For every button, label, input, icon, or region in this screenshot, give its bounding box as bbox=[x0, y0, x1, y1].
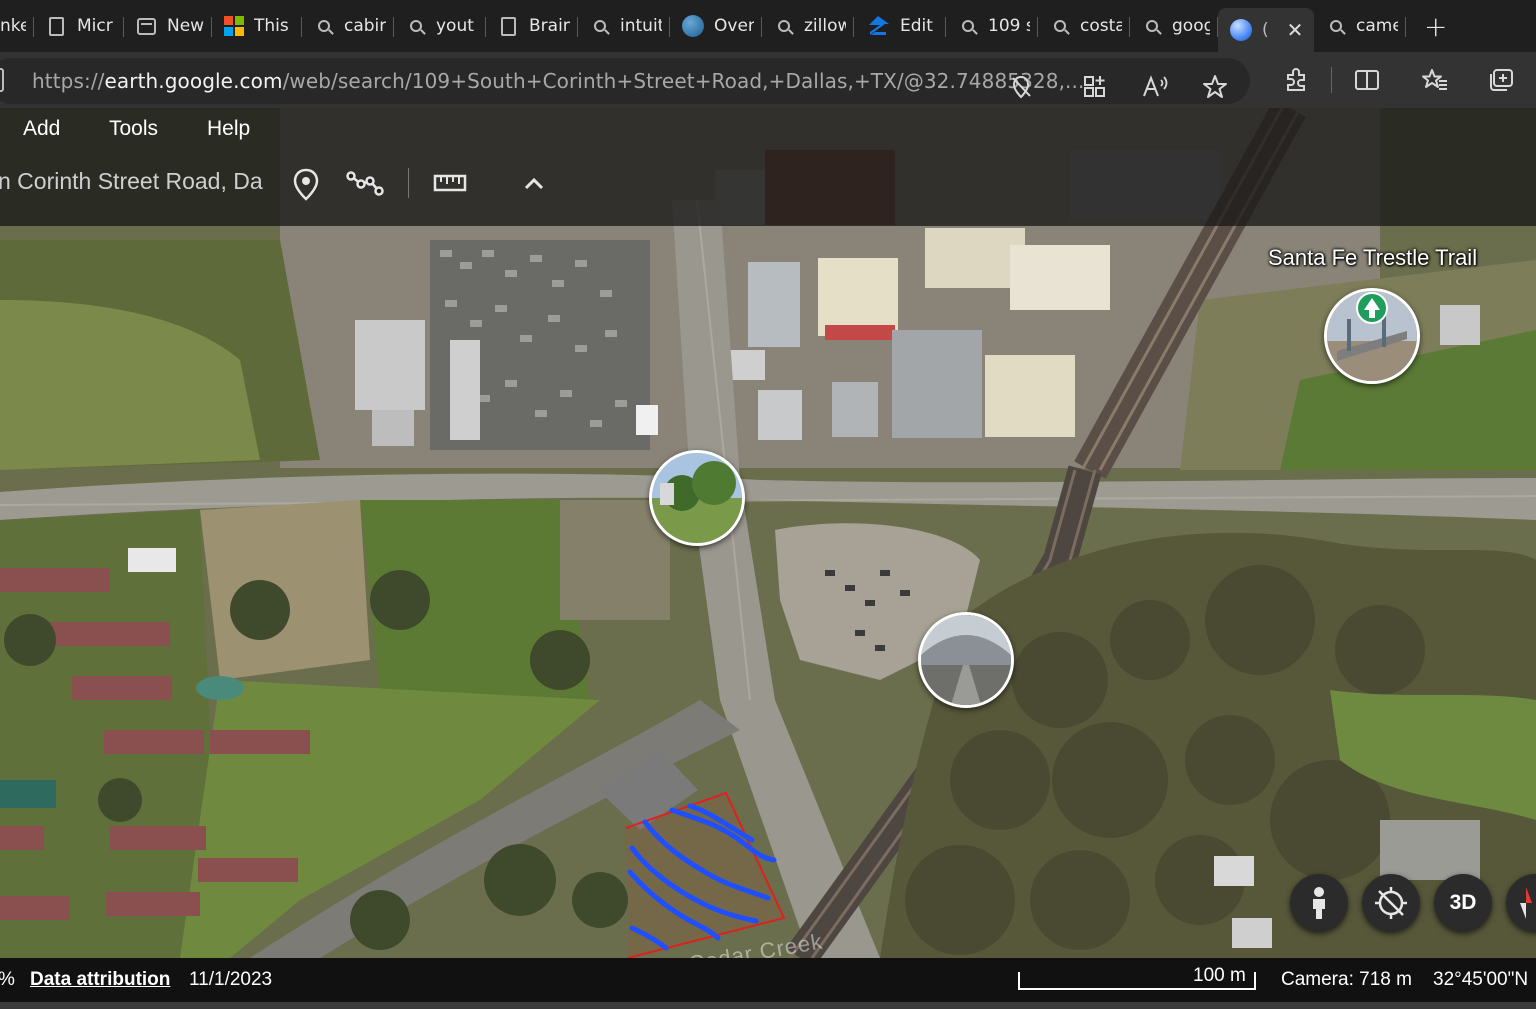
microsoft-icon bbox=[224, 16, 244, 36]
app-available-icon[interactable] bbox=[1082, 74, 1108, 100]
street-view-pegman-button[interactable] bbox=[1290, 874, 1348, 932]
measure-ruler-icon[interactable] bbox=[430, 164, 470, 204]
read-aloud-icon[interactable] bbox=[1142, 74, 1168, 100]
favorites-icon[interactable] bbox=[1421, 67, 1447, 93]
tab-label: came bbox=[1356, 16, 1398, 36]
trail-pin-icon[interactable] bbox=[1356, 292, 1388, 324]
tab-5[interactable]: yout bbox=[394, 6, 486, 46]
station-photo-pin[interactable] bbox=[918, 612, 1014, 708]
search-icon bbox=[594, 20, 606, 32]
address-bar[interactable]: https://earth.google.com/web/search/109+… bbox=[0, 58, 1250, 104]
trail-map-label[interactable]: Santa Fe Trestle Trail bbox=[1268, 245, 1477, 271]
globe-icon bbox=[682, 15, 704, 37]
tab-label: Micr bbox=[77, 16, 113, 36]
search-icon bbox=[778, 20, 790, 32]
tool-divider bbox=[408, 168, 409, 198]
collapse-chevron-icon[interactable] bbox=[514, 164, 554, 204]
tab-label: Brain bbox=[529, 16, 570, 36]
camera-altitude: Camera: 718 m bbox=[1281, 969, 1412, 990]
tab-label: costa bbox=[1080, 16, 1122, 36]
tab-1[interactable]: Micr bbox=[34, 6, 124, 46]
tab-6[interactable]: Brain bbox=[486, 6, 578, 46]
tab-label: This f bbox=[254, 16, 294, 36]
document-icon bbox=[501, 16, 516, 36]
load-percent: % bbox=[0, 969, 15, 991]
satellite-map[interactable] bbox=[0, 108, 1536, 958]
tab-3[interactable]: This f bbox=[212, 6, 302, 46]
satellite-imagery[interactable] bbox=[0, 108, 1536, 958]
tab-label: nke bbox=[0, 16, 26, 36]
search-location-text[interactable]: n Corinth Street Road, Da bbox=[0, 168, 266, 195]
screen: nke Micr New This f cabir yout Brain in bbox=[0, 0, 1536, 1009]
menu-add[interactable]: Add bbox=[23, 117, 60, 141]
tab-strip: nke Micr New This f cabir yout Brain in bbox=[0, 0, 1536, 52]
location-pin-icon[interactable] bbox=[286, 164, 326, 204]
north-arrow-icon bbox=[1520, 887, 1532, 919]
menu-help[interactable]: Help bbox=[207, 117, 250, 141]
tab-label: goog bbox=[1172, 16, 1210, 36]
tab-label: cabir bbox=[344, 16, 386, 36]
toggle-3d-button[interactable]: 3D bbox=[1434, 874, 1492, 932]
pegman-icon bbox=[1313, 887, 1325, 919]
tab-12[interactable]: costa bbox=[1038, 6, 1130, 46]
tab-2[interactable]: New bbox=[124, 6, 212, 46]
close-tab-icon[interactable]: ✕ bbox=[1287, 18, 1304, 42]
menu-tools[interactable]: Tools bbox=[109, 117, 158, 141]
window-icon bbox=[137, 17, 156, 35]
collections-icon[interactable] bbox=[1487, 67, 1513, 93]
tab-9[interactable]: zillow bbox=[762, 6, 854, 46]
tab-label: yout bbox=[436, 16, 474, 36]
tab-4[interactable]: cabir bbox=[302, 6, 394, 46]
tab-label: zillow bbox=[804, 16, 846, 36]
compass-off-icon bbox=[1375, 887, 1407, 919]
tab-7[interactable]: intuit bbox=[578, 6, 670, 46]
search-icon bbox=[318, 20, 330, 32]
favorite-star-icon[interactable] bbox=[1202, 74, 1228, 100]
tab-label: 109 s bbox=[988, 16, 1030, 36]
tab-10[interactable]: Edit bbox=[854, 6, 946, 46]
tab-8[interactable]: Over bbox=[670, 6, 762, 46]
tab-0[interactable]: nke bbox=[0, 6, 34, 46]
tab-15[interactable]: came bbox=[1314, 6, 1406, 46]
extensions-icon[interactable] bbox=[1283, 67, 1309, 93]
path-icon[interactable] bbox=[346, 164, 386, 204]
search-icon bbox=[1146, 20, 1158, 32]
tab-active-google-earth[interactable]: ( ✕ bbox=[1218, 8, 1314, 52]
imagery-date: 11/1/2023 bbox=[189, 969, 273, 990]
tab-label: Over bbox=[714, 16, 754, 36]
tab-11[interactable]: 109 s bbox=[946, 6, 1038, 46]
data-attribution-link[interactable]: Data attribution bbox=[30, 969, 170, 991]
tab-label: ( bbox=[1262, 20, 1269, 40]
split-screen-icon[interactable] bbox=[1354, 67, 1380, 93]
tab-13[interactable]: goog bbox=[1130, 6, 1218, 46]
url-prefix: https:// bbox=[32, 69, 105, 93]
site-info-icon[interactable] bbox=[0, 68, 4, 92]
search-icon bbox=[1330, 20, 1342, 32]
new-tab-button[interactable]: + bbox=[1406, 10, 1465, 43]
tab-label: Edit bbox=[900, 16, 933, 36]
compass-button[interactable] bbox=[1362, 874, 1420, 932]
zillow-icon bbox=[866, 15, 890, 37]
earth-icon bbox=[1230, 19, 1252, 41]
search-icon bbox=[1054, 20, 1066, 32]
earth-status-bar: % Data attribution 11/1/2023 100 m Camer… bbox=[0, 958, 1536, 1002]
window-bottom-edge bbox=[0, 1002, 1536, 1009]
toolbar-divider bbox=[1331, 67, 1332, 93]
browser-toolbar: https://earth.google.com/web/search/109+… bbox=[0, 52, 1536, 108]
search-icon bbox=[410, 20, 422, 32]
tab-label: New bbox=[167, 16, 204, 36]
coordinates: 32°45'00"N bbox=[1433, 969, 1529, 990]
url-text[interactable]: https://earth.google.com/web/search/109+… bbox=[32, 69, 1084, 93]
tab-label: intuit bbox=[620, 16, 662, 36]
url-domain: earth.google.com bbox=[104, 69, 283, 93]
url-path: /web/search/109+South+Corinth+Street+Roa… bbox=[282, 69, 1085, 93]
document-icon bbox=[49, 16, 64, 36]
street-photo-pin[interactable] bbox=[649, 450, 745, 546]
scale-label: 100 m bbox=[1193, 965, 1246, 986]
tracking-prevention-icon[interactable] bbox=[1008, 74, 1034, 100]
search-icon bbox=[962, 20, 974, 32]
